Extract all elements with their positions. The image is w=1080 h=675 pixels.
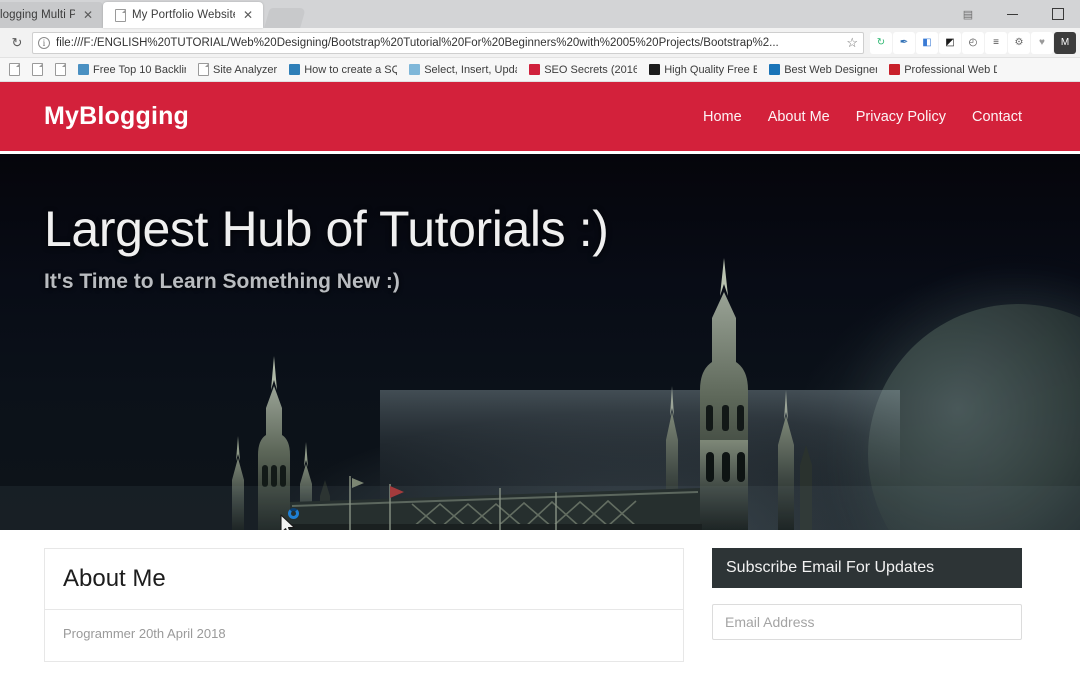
bookmark-favicon-icon [55,63,66,76]
address-bar[interactable]: i file:///F:/ENGLISH%20TUTORIAL/Web%20De… [32,31,864,54]
color-picker-extension[interactable]: ◩ [939,31,961,54]
browser-toolbar: ↻ i file:///F:/ENGLISH%20TUTORIAL/Web%20… [0,28,1080,58]
tab-inactive[interactable]: logging Multi Page ✕ [0,2,103,28]
bookmark-label: Professional Web De [904,63,998,76]
bookmark-item[interactable]: Professional Web De [884,62,1002,78]
bookmark-label: Select, Insert, Update [424,63,517,76]
maximize-button[interactable] [1035,0,1080,28]
bookmark-favicon-icon [889,64,901,75]
window-extra-icon[interactable]: ▤ [945,0,990,28]
bookmark-favicon-icon [769,64,781,75]
tab-active[interactable]: My Portfolio Website ✕ [103,2,263,28]
bookmark-favicon-icon [78,64,89,75]
m-extension[interactable]: M [1054,31,1076,54]
bookmark-label: Free Top 10 Backlink [93,63,186,76]
nav-link-contact[interactable]: Contact [972,109,1022,125]
bookmark-item[interactable]: Select, Insert, Update [404,62,522,78]
clock-extension[interactable]: ◴ [962,31,984,54]
blue-square-extension[interactable]: ◧ [916,31,938,54]
gear-extension[interactable]: ⚙ [1008,31,1030,54]
bookmark-item[interactable] [4,61,25,78]
bookmark-favicon-icon [32,63,43,76]
about-card-header: About Me [44,548,684,610]
hero-banner: Largest Hub of Tutorials :) It's Time to… [0,154,1080,530]
bookmark-item[interactable] [27,61,48,78]
mouse-cursor [279,508,305,530]
url-text: file:///F:/ENGLISH%20TUTORIAL/Web%20Desi… [56,36,779,49]
post-meta: Programmer 20th April 2018 [63,626,226,641]
site-info-icon[interactable]: i [38,36,50,49]
extension-strip: ↻ ✒ ◧ ◩ ◴ ≡ ⚙ ♥ M [866,31,1076,54]
bookmark-favicon-icon [529,64,541,75]
bookmark-label: How to create a SQL [304,63,398,76]
bookmark-item[interactable]: How to create a SQL [284,62,402,78]
list-extension[interactable]: ≡ [985,31,1007,54]
subscribe-widget-title: Subscribe Email For Updates [712,548,1022,588]
tab-strip: logging Multi Page ✕ My Portfolio Websit… [0,0,1080,28]
nav-link-privacy-policy[interactable]: Privacy Policy [856,109,946,125]
bookmark-item[interactable]: Best Web Designers [764,62,882,78]
bookmark-item[interactable]: Site Analyzer [193,61,282,78]
nav-link-home[interactable]: Home [703,109,742,125]
site-navbar: MyBlogging Home About Me Privacy Policy Con… [0,82,1080,154]
green-circle-extension[interactable]: ↻ [870,31,892,54]
window-controls: ▤ [945,0,1080,28]
bookmark-label: SEO Secrets (2016) M [544,63,637,76]
reload-icon[interactable]: ↻ [4,30,30,56]
tab-title: My Portfolio Website [132,9,235,21]
tab-close-icon[interactable]: ✕ [81,9,95,21]
about-column: About Me Programmer 20th April 2018 [44,548,684,675]
site-brand[interactable]: MyBlogging [44,102,189,131]
eyedropper-extension[interactable]: ✒ [893,31,915,54]
web-page: MyBlogging Home About Me Privacy Policy Con… [0,82,1080,675]
loading-spinner-icon [288,508,299,519]
heart-extension[interactable]: ♥ [1031,31,1053,54]
bookmark-label: Site Analyzer [213,63,278,76]
hero-text-block: Largest Hub of Tutorials :) It's Time to… [44,201,609,294]
about-card-body: Programmer 20th April 2018 [44,610,684,662]
new-tab-button[interactable] [264,8,306,28]
bookmark-label: Best Web Designers [784,63,878,76]
browser-window: logging Multi Page ✕ My Portfolio Websit… [0,0,1080,675]
sidebar-column: Subscribe Email For Updates [712,548,1022,675]
page-favicon-icon [115,8,126,22]
bookmark-favicon-icon [409,64,421,75]
bookmark-item[interactable]: SEO Secrets (2016) M [524,62,642,78]
bookmark-item[interactable] [50,61,71,78]
bookmark-label: High Quality Free Blo [664,63,757,76]
bookmark-favicon-icon [289,64,301,75]
page-content: About Me Programmer 20th April 2018 Subs… [0,530,1080,675]
bookmark-favicon-icon [198,63,209,76]
about-title: About Me [63,565,166,592]
hero-heading: Largest Hub of Tutorials :) [44,201,609,257]
bookmark-favicon-icon [649,64,661,75]
tab-close-icon[interactable]: ✕ [241,9,255,21]
bookmark-favicon-icon [9,63,20,76]
bookmarks-bar: Free Top 10 Backlink Site Analyzer How to … [0,58,1080,82]
nav-link-about-me[interactable]: About Me [768,109,830,125]
email-input[interactable] [712,604,1022,640]
hero-subheading: It's Time to Learn Something New :) [44,270,400,293]
bookmark-item[interactable]: Free Top 10 Backlink [73,62,191,78]
bookmark-star-icon[interactable]: ☆ [846,35,858,51]
bookmark-item[interactable]: High Quality Free Blo [644,62,762,78]
tab-title: logging Multi Page [0,9,75,21]
minimize-button[interactable] [990,0,1035,28]
site-nav-links: Home About Me Privacy Policy Contact [703,109,1022,125]
